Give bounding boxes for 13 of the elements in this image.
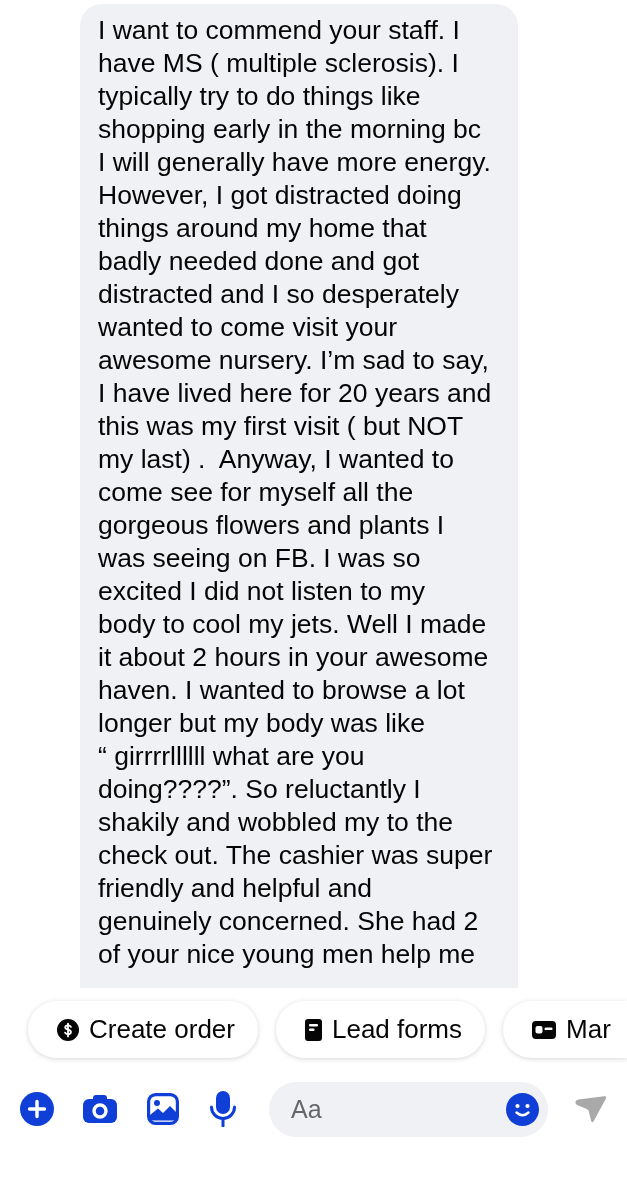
quick-action-button[interactable]: Mar [503, 1001, 627, 1058]
microphone-icon[interactable] [209, 1091, 237, 1127]
dollar-circle-icon [57, 1018, 79, 1041]
plus-icon[interactable] [20, 1092, 54, 1126]
id-card-icon [532, 1020, 557, 1039]
quick-action-button[interactable]: Lead forms [275, 1001, 486, 1058]
emoji-icon[interactable] [506, 1092, 539, 1126]
message-field[interactable]: Aa [269, 1081, 548, 1137]
document-icon [304, 1018, 322, 1041]
camera-icon[interactable] [83, 1095, 117, 1123]
image-icon[interactable] [147, 1093, 179, 1125]
quick-action-button[interactable]: Create order [28, 1001, 258, 1058]
message-text: I want to commend your staff. I have MS ( multiple sclerosis). I typically try to do things like shopping early in the morning bc I will generally have more energy. However, I got distracted doing things around my home that badly needed done and got distracted and I so desperately wanted to come visit your awesome nursery. I’m sad to say, I have lived here for 20 years and this was my first visit ( but NOT my last) . Anyway, I wanted to come see for myself all the gorgeous flowers and plants I was seeing on FB. I was so excited I did not listen to my body to cool my jets. Well I made it about 2 hours in your awesome haven. I wanted to browse a lot longer but my body was like “ girrrrllllll what are you doing????”. So reluctantly I shakily and wobbled my to the check out. The cashier was super friendly and helpful and genuinely concerned. She had 2 of your nice young men help me [98, 13, 493, 971]
